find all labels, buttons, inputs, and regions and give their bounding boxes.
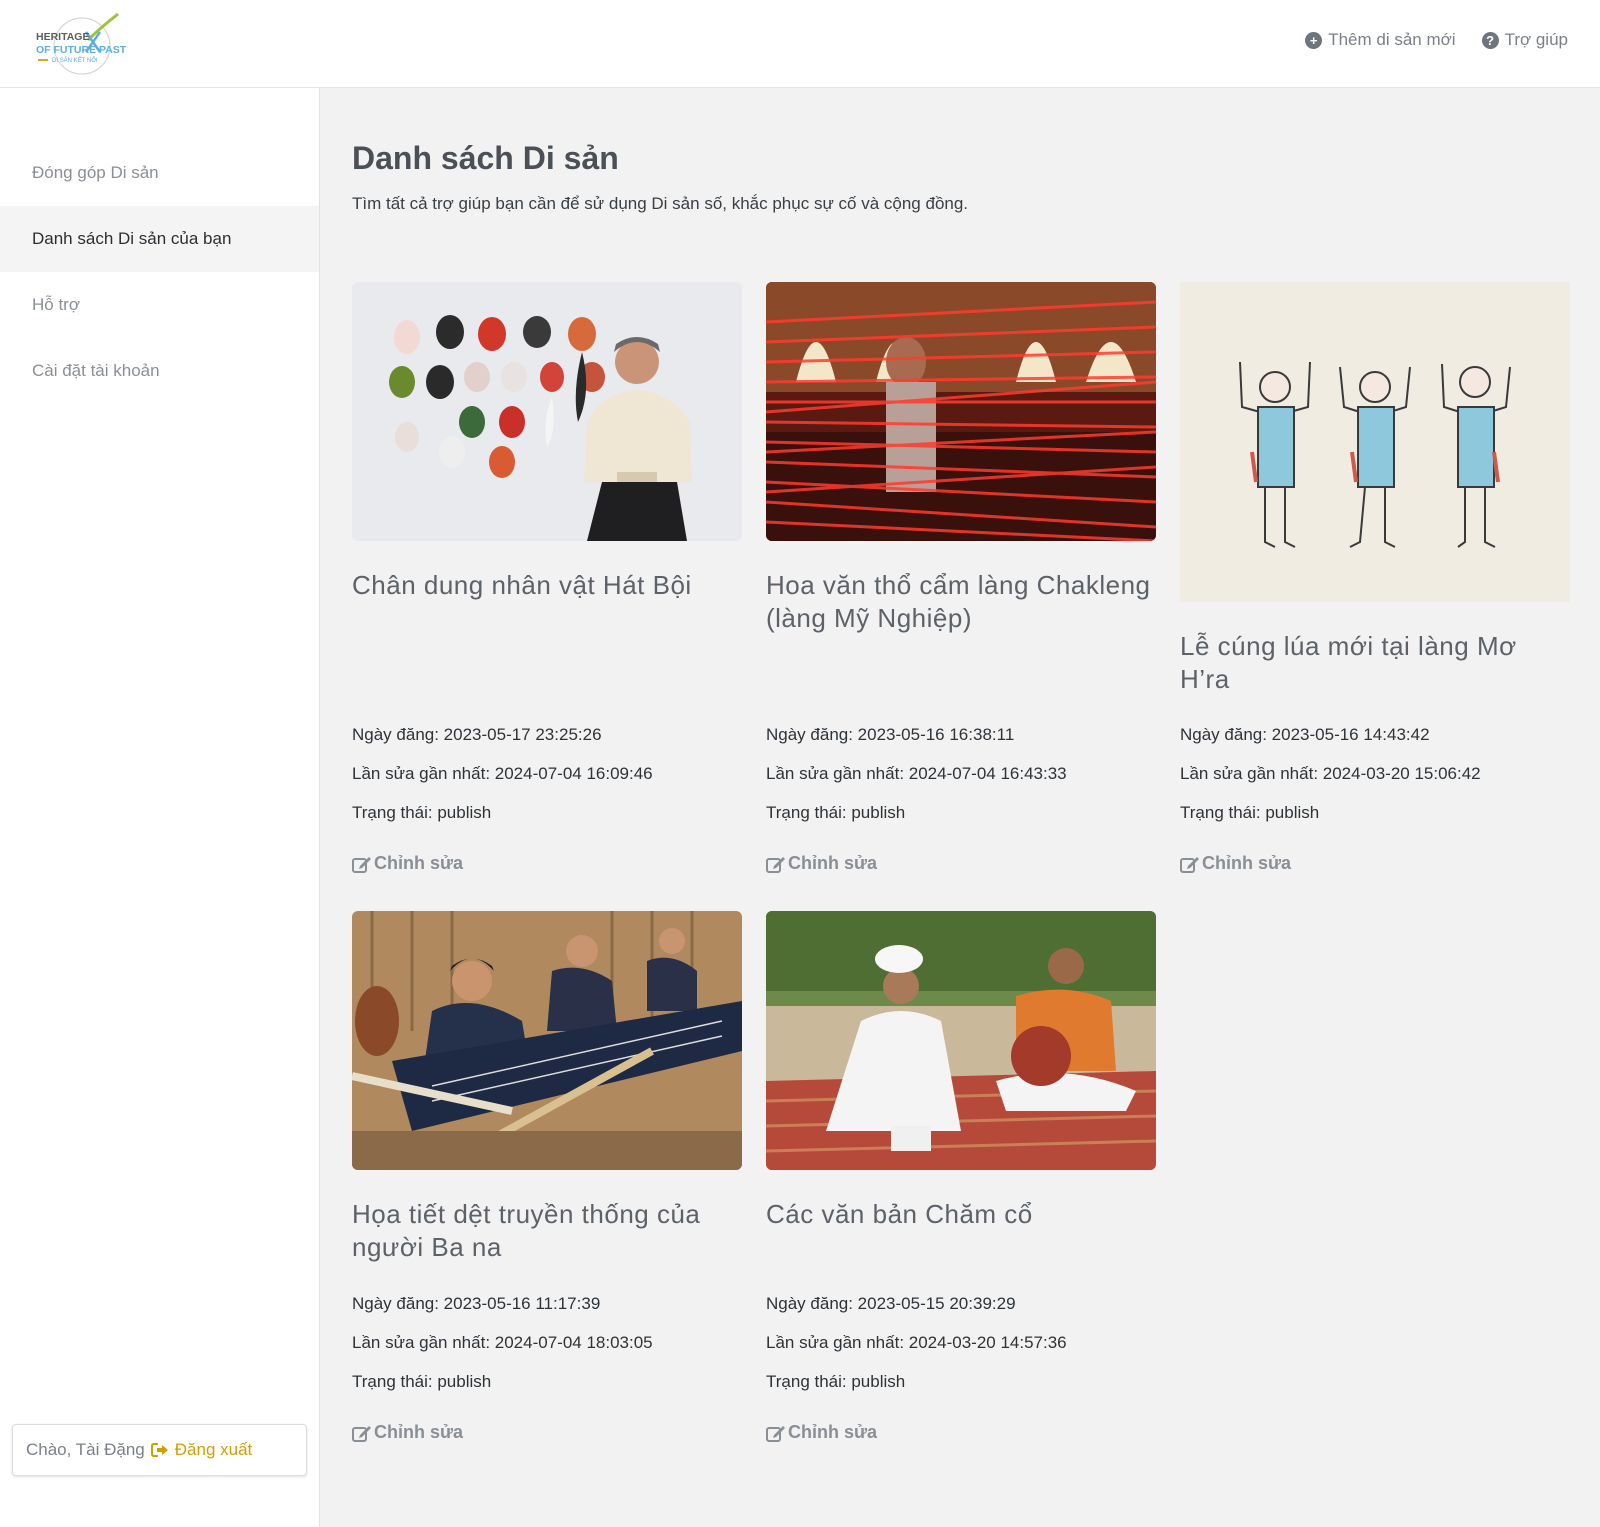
- edit-label: Chỉnh sửa: [374, 853, 464, 873]
- page-title: Danh sách Di sản: [352, 140, 619, 176]
- sidebar-item-support[interactable]: Hỗ trợ: [0, 272, 319, 338]
- logo-mark: HERITAGE OF FUTURE PAST DI SẢN KẾT NỐI: [36, 12, 127, 75]
- heritage-card: Họa tiết dệt truyền thống của người Ba n…: [352, 911, 742, 1442]
- page-description: Tìm tất cả trợ giúp bạn cần để sử dụng D…: [352, 194, 969, 213]
- card-image[interactable]: [766, 282, 1156, 541]
- card-title[interactable]: Các văn bản Chăm cổ: [766, 1198, 1156, 1298]
- edit-button[interactable]: Chỉnh sửa: [352, 853, 463, 874]
- card-posted-date: Ngày đăng: 2023-05-16 11:17:39: [352, 1294, 601, 1313]
- user-greeting: Chào, Tài Đặng: [26, 1440, 145, 1459]
- logout-label: Đăng xuất: [174, 1440, 253, 1459]
- card-status: Trạng thái: publish: [766, 1372, 906, 1391]
- sidebar-nav: Đóng góp Di sản Danh sách Di sản của bạn…: [0, 140, 319, 404]
- card-title[interactable]: Lễ cúng lúa mới tại làng Mơ H’ra: [1180, 630, 1570, 700]
- edit-icon: [766, 1425, 785, 1442]
- sidebar-item-my-heritage[interactable]: Danh sách Di sản của bạn: [0, 206, 319, 272]
- edit-label: Chỉnh sửa: [1202, 853, 1292, 873]
- help-label: Trợ giúp: [1504, 30, 1568, 49]
- card-image[interactable]: [352, 911, 742, 1170]
- card-posted-date: Ngày đăng: 2023-05-15 20:39:29: [766, 1294, 1016, 1313]
- card-modified-date: Lần sửa gần nhất: 2024-07-04 16:09:46: [352, 764, 653, 783]
- card-posted-date: Ngày đăng: 2023-05-16 16:38:11: [766, 725, 1015, 744]
- card-title[interactable]: Họa tiết dệt truyền thống của người Ba n…: [352, 1198, 742, 1298]
- user-box: Chào, Tài Đặng Đăng xuất: [12, 1424, 307, 1476]
- add-heritage-link[interactable]: + Thêm di sản mới: [1305, 30, 1456, 50]
- card-posted-date: Ngày đăng: 2023-05-17 23:25:26: [352, 725, 602, 744]
- card-title[interactable]: Chân dung nhân vật Hát Bội: [352, 569, 742, 669]
- edit-icon: [352, 856, 371, 873]
- sign-out-icon: [150, 1443, 168, 1457]
- edit-label: Chỉnh sửa: [788, 853, 878, 873]
- card-image[interactable]: [352, 282, 742, 541]
- edit-button[interactable]: Chỉnh sửa: [766, 1422, 877, 1443]
- sidebar-item-label: Danh sách Di sản của bạn: [32, 229, 232, 248]
- question-circle-icon: ?: [1481, 31, 1499, 49]
- card-posted-date: Ngày đăng: 2023-05-16 14:43:42: [1180, 725, 1430, 744]
- edit-icon: [766, 856, 785, 873]
- sidebar: Đóng góp Di sản Danh sách Di sản của bạn…: [0, 88, 320, 1527]
- card-title[interactable]: Hoa văn thổ cẩm làng Chakleng (làng Mỹ N…: [766, 569, 1156, 669]
- svg-text:DI SẢN KẾT NỐI: DI SẢN KẾT NỐI: [52, 57, 98, 64]
- card-modified-date: Lần sửa gần nhất: 2024-07-04 16:43:33: [766, 764, 1067, 783]
- card-modified-date: Lần sửa gần nhất: 2024-07-04 18:03:05: [352, 1333, 653, 1352]
- edit-label: Chỉnh sửa: [788, 1422, 878, 1442]
- plus-circle-icon: +: [1305, 31, 1323, 49]
- svg-text:HERITAGE: HERITAGE: [36, 31, 89, 43]
- heritage-card: Chân dung nhân vật Hát Bội Ngày đăng: 20…: [352, 282, 742, 873]
- add-heritage-label: Thêm di sản mới: [1328, 30, 1456, 49]
- sidebar-item-label: Đóng góp Di sản: [32, 163, 159, 182]
- edit-button[interactable]: Chỉnh sửa: [766, 853, 877, 874]
- edit-icon: [1180, 856, 1199, 873]
- card-status: Trạng thái: publish: [1180, 803, 1320, 822]
- card-image[interactable]: [1180, 282, 1570, 602]
- site-logo[interactable]: HERITAGE OF FUTURE PAST DI SẢN KẾT NỐI: [30, 10, 130, 76]
- edit-button[interactable]: Chỉnh sửa: [352, 1422, 463, 1443]
- sidebar-item-account-settings[interactable]: Cài đặt tài khoản: [0, 338, 319, 404]
- edit-label: Chỉnh sửa: [374, 1422, 464, 1442]
- card-status: Trạng thái: publish: [352, 803, 492, 822]
- card-modified-date: Lần sửa gần nhất: 2024-03-20 15:06:42: [1180, 764, 1481, 783]
- heritage-card: Hoa văn thổ cẩm làng Chakleng (làng Mỹ N…: [766, 282, 1156, 873]
- card-image[interactable]: [766, 911, 1156, 1170]
- card-status: Trạng thái: publish: [352, 1372, 492, 1391]
- svg-text:OF FUTURE PAST: OF FUTURE PAST: [36, 44, 127, 56]
- edit-icon: [352, 1425, 371, 1442]
- logout-button[interactable]: Đăng xuất: [150, 1440, 253, 1460]
- heritage-card: Lễ cúng lúa mới tại làng Mơ H’ra Ngày đă…: [1180, 282, 1570, 873]
- card-modified-date: Lần sửa gần nhất: 2024-03-20 14:57:36: [766, 1333, 1067, 1352]
- sidebar-item-label: Hỗ trợ: [32, 295, 80, 314]
- heritage-card: Các văn bản Chăm cổ Ngày đăng: 2023-05-1…: [766, 911, 1156, 1442]
- edit-button[interactable]: Chỉnh sửa: [1180, 853, 1291, 874]
- card-status: Trạng thái: publish: [766, 803, 906, 822]
- sidebar-item-label: Cài đặt tài khoản: [32, 361, 160, 380]
- top-bar: HERITAGE OF FUTURE PAST DI SẢN KẾT NỐI +…: [0, 0, 1600, 88]
- sidebar-item-contribute[interactable]: Đóng góp Di sản: [0, 140, 319, 206]
- help-link[interactable]: ? Trợ giúp: [1481, 30, 1568, 50]
